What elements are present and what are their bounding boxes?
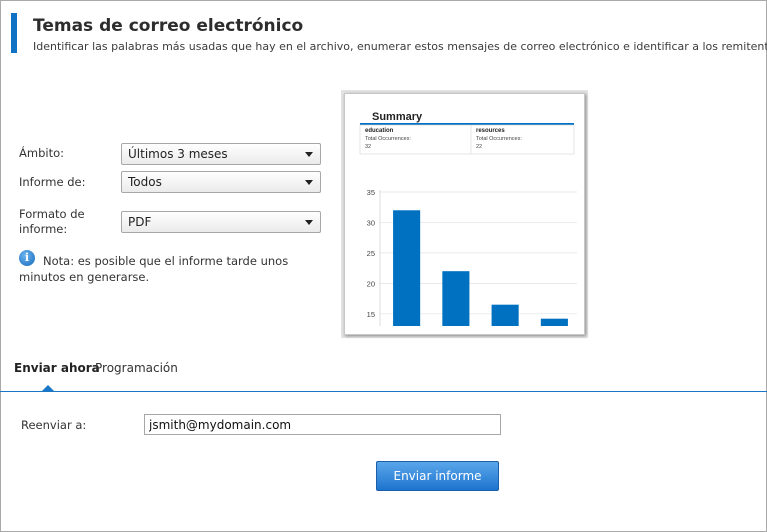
chart-y-tick-label: 15 bbox=[367, 310, 375, 319]
report-of-select-value: Todos bbox=[128, 175, 162, 189]
tab-bar: Enviar ahora Programación bbox=[0, 358, 767, 393]
format-row: Formato de informe: PDF bbox=[19, 207, 321, 239]
chart-bar bbox=[393, 210, 421, 326]
scope-row: Ámbito: Últimos 3 meses bbox=[19, 143, 321, 165]
preview-card-count: 22 bbox=[476, 144, 482, 150]
preview-card-label: Total Occurrences: bbox=[365, 136, 411, 142]
chart-bars bbox=[393, 210, 568, 326]
active-tab-indicator bbox=[42, 385, 54, 391]
scope-select-value: Últimos 3 meses bbox=[128, 147, 228, 161]
page-subtitle: Identificar las palabras más usadas que … bbox=[33, 40, 767, 53]
tab-divider bbox=[0, 391, 767, 392]
preview-card-label: Total Occurrences: bbox=[476, 136, 522, 142]
tab-send-now[interactable]: Enviar ahora bbox=[14, 361, 100, 375]
preview-card-count: 32 bbox=[365, 144, 371, 150]
chevron-down-icon bbox=[305, 152, 313, 157]
tab-schedule[interactable]: Programación bbox=[95, 361, 178, 375]
header-accent-bar bbox=[11, 13, 17, 53]
chart-bar bbox=[540, 318, 568, 326]
scope-select[interactable]: Últimos 3 meses bbox=[121, 143, 321, 165]
chevron-down-icon bbox=[305, 220, 313, 225]
chart-y-tick-label: 30 bbox=[367, 218, 375, 227]
chart-y-tick-label: 35 bbox=[367, 188, 375, 197]
format-select-value: PDF bbox=[128, 215, 152, 229]
note-text: Nota: es posible que el informe tarde un… bbox=[19, 254, 289, 284]
page-title: Temas de correo electrónico bbox=[33, 16, 304, 36]
scope-label: Ámbito: bbox=[19, 146, 64, 160]
chart-y-axis: 15 20 25 30 35 bbox=[367, 188, 381, 326]
report-of-select[interactable]: Todos bbox=[121, 171, 321, 193]
report-preview-graphic: Summary education Total Occurrences: 32 … bbox=[359, 111, 577, 326]
report-of-label: Informe de: bbox=[19, 175, 86, 189]
send-report-button[interactable]: Enviar informe bbox=[376, 461, 499, 491]
page-header: Temas de correo electrónico Identificar … bbox=[11, 13, 767, 53]
forward-to-input[interactable] bbox=[144, 414, 501, 435]
report-preview: Summary education Total Occurrences: 32 … bbox=[344, 93, 585, 335]
preview-card-term: resources bbox=[476, 128, 505, 134]
chart-bar bbox=[491, 304, 519, 326]
chart-y-tick-label: 20 bbox=[367, 279, 375, 288]
forward-to-label: Reenviar a: bbox=[21, 418, 87, 432]
chart-bar bbox=[442, 271, 470, 326]
preview-title-rule bbox=[360, 123, 574, 125]
chevron-down-icon bbox=[305, 180, 313, 185]
format-select[interactable]: PDF bbox=[121, 211, 321, 233]
format-label: Formato de informe: bbox=[19, 207, 85, 236]
preview-title: Summary bbox=[372, 111, 423, 123]
preview-card-term: education bbox=[365, 128, 394, 134]
chart-y-tick-label: 25 bbox=[367, 249, 375, 258]
report-of-row: Informe de: Todos bbox=[19, 171, 321, 193]
